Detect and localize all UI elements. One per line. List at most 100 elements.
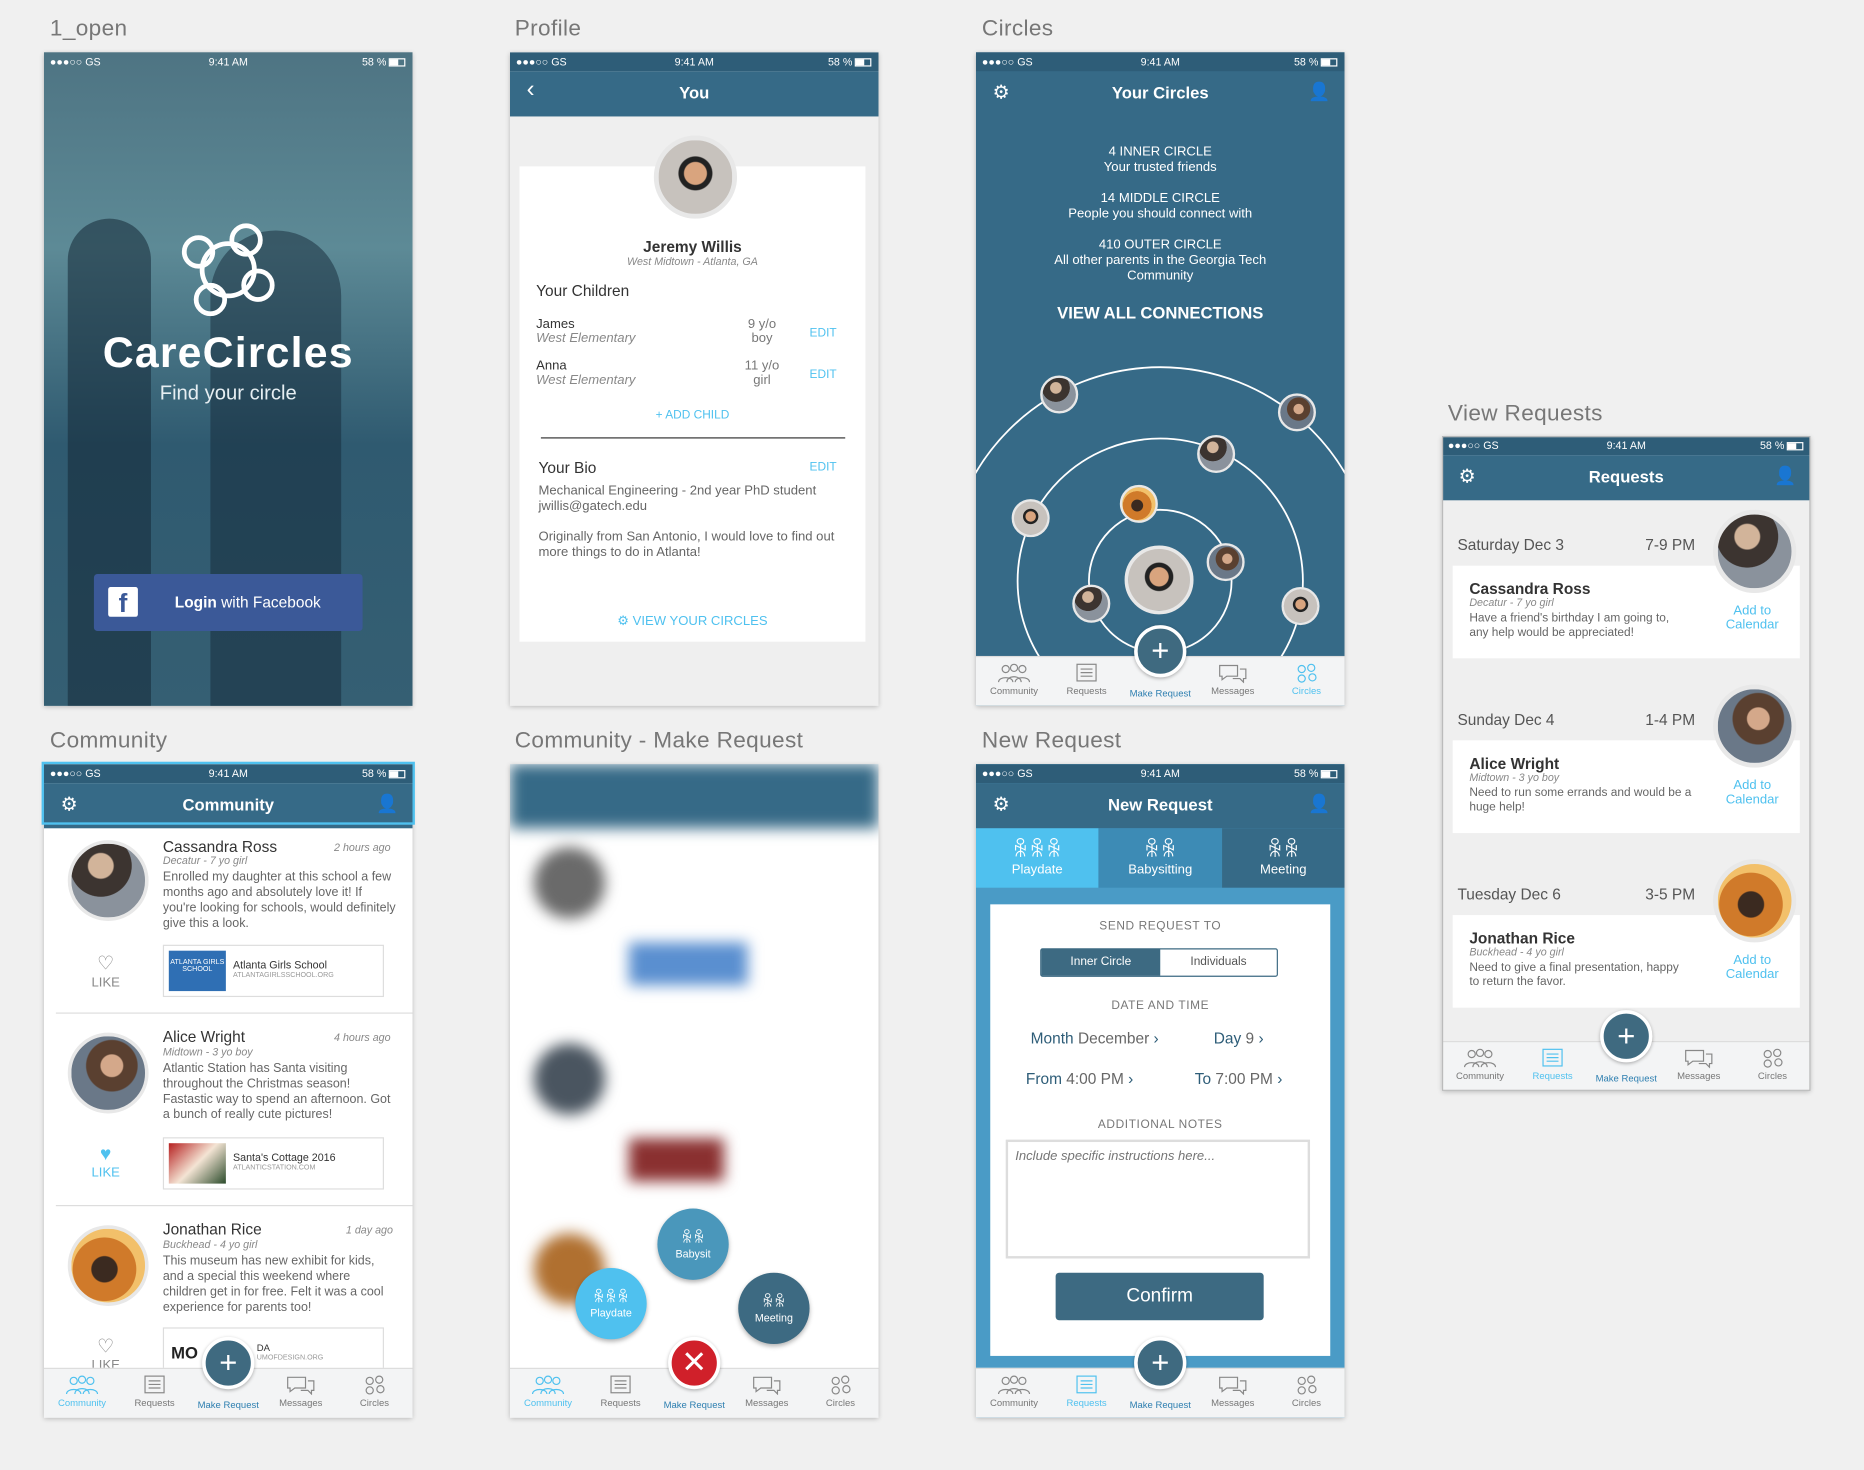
tab-circles[interactable]: Circles [1743,1047,1802,1081]
family-icon: ꆜꆜꆜ [1012,837,1063,862]
add-to-calendar-button[interactable]: Add to Calendar [1723,778,1782,807]
from-time-picker[interactable]: From 4:00 PM › [1026,1070,1133,1088]
meeting-option[interactable]: ꆜꆜ Meeting [738,1272,810,1345]
connection-avatar[interactable] [1119,484,1158,523]
make-request-screen: ꆜꆜ Babysit ꆜꆜꆜ Playdate ꆜꆜ Meeting Communit… [509,764,879,1418]
tab-babysitting[interactable]: ꆜꆜ Babysitting [1098,828,1223,888]
tab-bar: Community Requests ✕ Make Request Message… [509,1336,879,1418]
tab-circles[interactable]: Circles [1277,1374,1336,1408]
chevron-right-icon: › [1258,1029,1264,1047]
connection-avatar[interactable] [1011,499,1050,538]
divider [540,437,846,439]
chevron-right-icon: › [1128,1069,1134,1088]
connection-avatar[interactable] [1206,543,1245,582]
post-author: Cassandra Ross [162,837,278,856]
chevron-right-icon: › [1153,1029,1159,1047]
request-item[interactable]: Tuesday Dec 6 3-5 PM Jonathan Rice Buckh… [1442,859,1811,1024]
make-request-button[interactable]: + [1134,1336,1187,1390]
add-to-calendar-button[interactable]: Add to Calendar [1723,953,1782,982]
view-all-connections-button[interactable]: VIEW ALL CONNECTIONS [976,303,1345,322]
app-title: CareCircles [102,327,354,377]
connection-avatar[interactable] [1277,393,1316,432]
segment-inner-circle[interactable]: Inner Circle [1041,949,1161,976]
artboard-label-new-request: New Request [981,728,1122,754]
tab-messages[interactable]: Messages [271,1374,330,1408]
connection-avatar[interactable] [1040,375,1079,414]
profile-location: West Midtown - Atlanta, GA [627,255,758,268]
request-item[interactable]: Sunday Dec 4 1-4 PM Alice Wright Midtown… [1442,684,1811,849]
family-icon: ꆜꆜꆜ [592,1288,630,1307]
close-button[interactable]: ✕ [668,1336,721,1390]
post-time: 1 day ago [345,1224,393,1236]
tab-messages[interactable]: Messages [1203,662,1262,696]
user-icon[interactable]: 👤 [1308,793,1330,814]
nav-title: You [679,83,710,103]
playdate-option[interactable]: ꆜꆜꆜ Playdate [575,1267,647,1340]
post: Alice Wright 4 hours ago Midtown - 3 yo … [55,1027,413,1207]
like-button[interactable]: ♡ LIKE [92,952,120,990]
make-request-button[interactable]: + [1134,625,1187,678]
artboard-label-make-request: Community - Make Request [514,728,804,754]
circles-icon: ⚙ [617,614,633,629]
post-text: Atlantic Station has Santa visiting thro… [162,1061,391,1122]
login-label-suffix: with Facebook [216,592,321,611]
notes-textarea[interactable] [1005,1139,1311,1259]
artboard-label-view-requests: View Requests [1447,401,1603,427]
date-time-heading: DATE AND TIME [1111,999,1210,1013]
edit-child-button[interactable]: EDIT [810,327,837,340]
tab-playdate[interactable]: ꆜꆜꆜ Playdate [975,828,1099,888]
like-button[interactable]: ♥ LIKE [92,1144,120,1180]
tab-circles[interactable]: Circles [345,1374,404,1408]
connection-avatar[interactable] [1197,434,1236,473]
connection-avatar[interactable] [1281,587,1320,626]
nav-title: Requests [1588,467,1664,487]
user-icon[interactable]: 👤 [1774,465,1796,486]
confirm-button[interactable]: Confirm [1055,1272,1264,1321]
link-preview[interactable]: Santa's Cottage 2016 ATLANTICSTATION.COM [162,1137,384,1190]
make-request-button[interactable]: + [202,1336,255,1390]
month-picker[interactable]: Month December › [1031,1029,1159,1047]
post-text: Enrolled my daughter at this school a fe… [162,869,396,931]
post-meta: Buckhead - 4 yo girl [162,1238,258,1251]
circle-summary: 4 INNER CIRCLE Your trusted friends 14 MI… [1054,144,1267,283]
tab-circles[interactable]: Circles [811,1374,870,1408]
edit-child-button[interactable]: EDIT [810,368,837,381]
recipient-segmented-control: Inner Circle Individuals [1040,948,1278,977]
tab-bar: Community Requests + Make Request Message… [43,1336,413,1418]
babysit-option[interactable]: ꆜꆜ Babysit [657,1208,729,1280]
tab-messages[interactable]: Messages [1203,1374,1262,1408]
add-to-calendar-button[interactable]: Add to Calendar [1723,604,1782,633]
request-item[interactable]: Saturday Dec 3 7-9 PM Cassandra Ross Dec… [1442,509,1811,675]
send-to-heading: SEND REQUEST TO [1099,919,1222,933]
post-author: Alice Wright [162,1027,246,1046]
profile-name: Jeremy Willis [643,237,742,256]
user-icon[interactable]: 👤 [376,793,398,814]
silhouette-left [67,218,151,706]
connection-avatar[interactable] [1072,584,1111,623]
heart-icon: ♡ [97,1336,115,1358]
tab-messages[interactable]: Messages [1669,1047,1728,1081]
requester-avatar [1713,684,1797,768]
facebook-login-button[interactable]: f Login with Facebook [93,573,363,632]
edit-bio-button[interactable]: EDIT [810,461,837,474]
link-preview[interactable]: ATLANTA GIRLS SCHOOL Atlanta Girls Schoo… [162,944,384,998]
add-child-button[interactable]: + ADD CHILD [519,409,865,422]
to-time-picker[interactable]: To 7:00 PM › [1195,1070,1283,1088]
children-heading: Your Children [536,281,630,300]
make-request-button[interactable]: + [1600,1010,1653,1063]
view-circles-link[interactable]: ⚙ VIEW YOUR CIRCLES [519,613,865,628]
logo-icon [181,223,275,317]
user-icon[interactable]: 👤 [1308,81,1330,102]
bio-text: Mechanical Engineering - 2nd year PhD st… [538,483,835,560]
artboard-label-open: 1_open [49,16,128,42]
day-picker[interactable]: Day 9 › [1214,1029,1264,1047]
center-avatar[interactable] [1124,545,1194,615]
artboard-label-community: Community [49,728,168,754]
profile-screen: ●●●○○ GS 9:41 AM 58 % ‹ You Jeremy Willis W… [509,52,879,706]
tab-messages[interactable]: Messages [737,1374,796,1408]
tab-circles[interactable]: Circles [1277,662,1336,696]
tab-meeting[interactable]: ꆜꆜ Meeting [1222,828,1345,888]
segment-individuals[interactable]: Individuals [1160,949,1277,975]
requests-screen: ●●●○○ GS 9:41 AM 58 % ⚙ Requests 👤 Saturday … [1441,436,1811,1091]
login-label: Login [174,592,217,611]
